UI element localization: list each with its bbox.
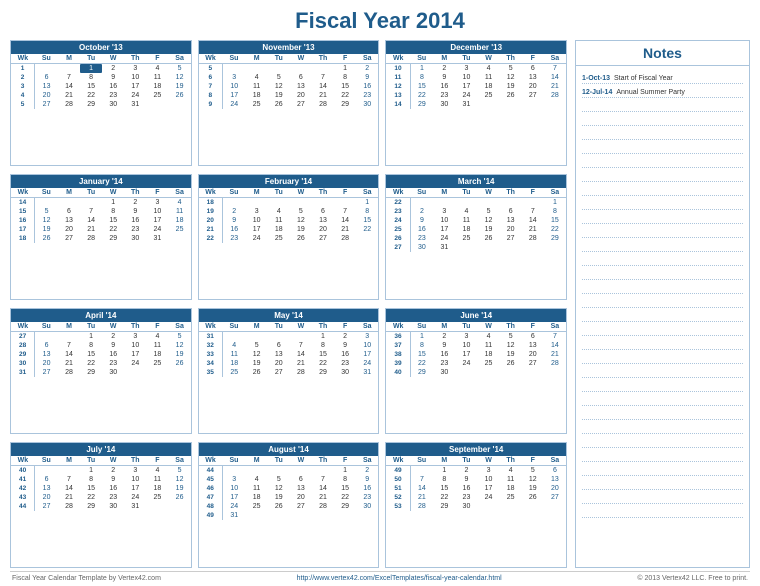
notes-line-empty (582, 490, 743, 504)
cal-title: August '14 (199, 443, 379, 456)
notes-line-empty (582, 224, 743, 238)
footer: Fiscal Year Calendar Template by Vertex4… (10, 571, 750, 582)
cal-table: WkSuMTuWThFSa271234528678910111229131415… (11, 322, 191, 377)
footer-right: © 2013 Vertex42 LLC. Free to print. (637, 575, 748, 582)
cal-title: September '14 (386, 443, 566, 456)
mini-calendar: January '14WkSuMTuWThFSa1412341556789101… (10, 174, 192, 300)
notes-line-empty (582, 112, 743, 126)
cal-title: April '14 (11, 309, 191, 322)
calendar-row: July '14WkSuMTuWThFSa4012345416789101112… (10, 442, 567, 568)
notes-line-empty (582, 266, 743, 280)
mini-calendar: February '14WkSuMTuWThFSa181192345678209… (198, 174, 380, 300)
cal-title: March '14 (386, 175, 566, 188)
notes-line-empty (582, 504, 743, 518)
calendars-section: October '13WkSuMTuWThFSa1123452678910111… (10, 40, 567, 568)
notes-line-empty (582, 336, 743, 350)
mini-calendar: August '14WkSuMTuWThFSa44124534567894610… (198, 442, 380, 568)
page: Fiscal Year 2014 October '13WkSuMTuWThFS… (0, 0, 760, 586)
notes-line-empty (582, 420, 743, 434)
notes-panel: Notes 1-Oct-13Start of Fiscal Year12-Jul… (575, 40, 750, 568)
cal-table: WkSuMTuWThFSa491234565078910111213511415… (386, 456, 566, 511)
notes-line-empty (582, 210, 743, 224)
mini-calendar: December '13WkSuMTuWThFSa101234567118910… (385, 40, 567, 166)
notes-line-empty (582, 434, 743, 448)
notes-line-empty (582, 378, 743, 392)
mini-calendar: June '14WkSuMTuWThFSa3612345673789101112… (385, 308, 567, 434)
cal-title: February '14 (199, 175, 379, 188)
cal-title: January '14 (11, 175, 191, 188)
calendar-row: January '14WkSuMTuWThFSa1412341556789101… (10, 174, 567, 300)
footer-center: http://www.vertex42.com/ExcelTemplates/f… (297, 575, 502, 582)
notes-line-empty (582, 322, 743, 336)
notes-line-empty (582, 294, 743, 308)
cal-title: December '13 (386, 41, 566, 54)
notes-line-empty (582, 252, 743, 266)
cal-title: June '14 (386, 309, 566, 322)
notes-line-empty (582, 238, 743, 252)
notes-line-empty (582, 98, 743, 112)
cal-title: October '13 (11, 41, 191, 54)
notes-line-empty (582, 126, 743, 140)
notes-line-empty (582, 476, 743, 490)
cal-table: WkSuMTuWThFSa311233245678910331112131415… (199, 322, 379, 377)
cal-title: May '14 (199, 309, 379, 322)
notes-line-empty (582, 448, 743, 462)
notes-line-empty (582, 350, 743, 364)
mini-calendar: May '14WkSuMTuWThFSa31123324567891033111… (198, 308, 380, 434)
mini-calendar: July '14WkSuMTuWThFSa4012345416789101112… (10, 442, 192, 568)
cal-table: WkSuMTuWThFSa181192345678209101112131415… (199, 188, 379, 243)
calendar-row: October '13WkSuMTuWThFSa1123452678910111… (10, 40, 567, 166)
cal-title: November '13 (199, 41, 379, 54)
cal-table: WkSuMTuWThFSa221232345678249101112131415… (386, 188, 566, 252)
footer-left: Fiscal Year Calendar Template by Vertex4… (12, 575, 161, 582)
cal-table: WkSuMTuWThFSa401234541678910111242131415… (11, 456, 191, 511)
notes-line-empty (582, 308, 743, 322)
cal-table: WkSuMTuWThFSa512634567897101112131415168… (199, 54, 379, 109)
notes-title: Notes (576, 41, 749, 66)
mini-calendar: March '14WkSuMTuWThFSa221232345678249101… (385, 174, 567, 300)
notes-line-empty (582, 462, 743, 476)
notes-line-empty (582, 154, 743, 168)
cal-table: WkSuMTuWThFSa112345267891011123131415161… (11, 54, 191, 109)
cal-table: WkSuMTuWThFSa101234567118910111213141215… (386, 54, 566, 109)
notes-line-empty (582, 280, 743, 294)
cal-table: WkSuMTuWThFSa141234155678910111612131415… (11, 188, 191, 243)
notes-line-empty (582, 168, 743, 182)
page-title: Fiscal Year 2014 (10, 8, 750, 34)
notes-line-empty (582, 406, 743, 420)
mini-calendar: November '13WkSuMTuWThFSa512634567897101… (198, 40, 380, 166)
mini-calendar: October '13WkSuMTuWThFSa1123452678910111… (10, 40, 192, 166)
calendar-row: April '14WkSuMTuWThFSa271234528678910111… (10, 308, 567, 434)
notes-line-empty (582, 364, 743, 378)
mini-calendar: September '14WkSuMTuWThFSa49123456507891… (385, 442, 567, 568)
notes-content: 1-Oct-13Start of Fiscal Year12-Jul-14Ann… (576, 66, 749, 567)
notes-line-empty (582, 196, 743, 210)
notes-line: 12-Jul-14Annual Summer Party (582, 84, 743, 98)
mini-calendar: April '14WkSuMTuWThFSa271234528678910111… (10, 308, 192, 434)
notes-line-empty (582, 140, 743, 154)
cal-table: WkSuMTuWThFSa441245345678946101112131415… (199, 456, 379, 520)
notes-line-empty (582, 182, 743, 196)
cal-title: July '14 (11, 443, 191, 456)
cal-table: WkSuMTuWThFSa361234567378910111213143815… (386, 322, 566, 377)
content-area: October '13WkSuMTuWThFSa1123452678910111… (10, 40, 750, 568)
notes-line-empty (582, 392, 743, 406)
notes-line: 1-Oct-13Start of Fiscal Year (582, 70, 743, 84)
